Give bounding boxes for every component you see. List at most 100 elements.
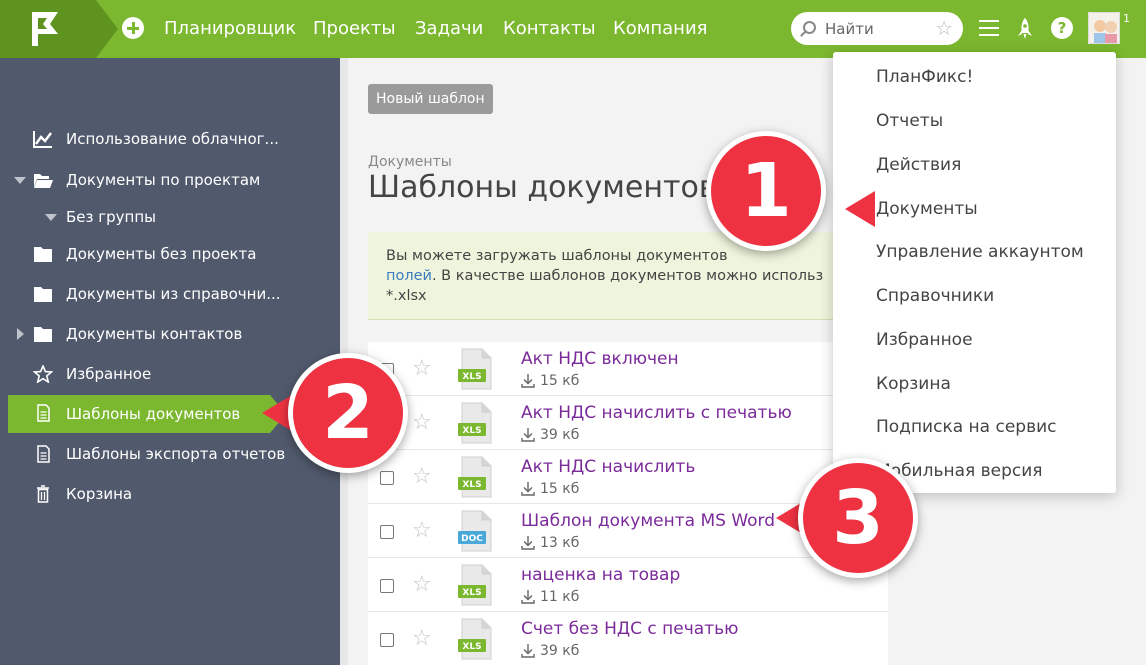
menu-item-documents[interactable]: Документы	[876, 199, 978, 219]
search-box: ☆	[791, 12, 963, 45]
star-outline-icon[interactable]: ☆	[935, 16, 953, 40]
help-icon[interactable]: ?	[1051, 17, 1073, 39]
download-icon[interactable]	[520, 589, 536, 605]
menu-item-planfix[interactable]: ПланФикс!	[876, 67, 973, 87]
sidebar-item-no-group[interactable]: Без группы	[0, 199, 340, 235]
sidebar: Использование облачног... Документы по п…	[0, 58, 340, 665]
table-row[interactable]: ☆ XLS Счет без НДС с печатью 39 кб	[368, 612, 888, 665]
breadcrumb[interactable]: Документы	[368, 154, 452, 170]
nav-planner[interactable]: Планировщик	[164, 18, 296, 39]
xls-file-icon: XLS	[458, 564, 492, 606]
sidebar-item-project-docs[interactable]: Документы по проектам	[0, 162, 340, 198]
document-size: 39 кб	[540, 427, 580, 443]
download-icon[interactable]	[520, 427, 536, 443]
sidebar-item-label: Документы контактов	[66, 325, 243, 343]
nav-projects[interactable]: Проекты	[313, 18, 396, 39]
table-row[interactable]: ☆ XLS наценка на товар 11 кб	[368, 558, 888, 612]
top-bar: Планировщик Проекты Задачи Контакты Комп…	[0, 0, 1146, 58]
table-row[interactable]: ☆ XLS Акт НДС включен 15 кб	[368, 342, 888, 396]
menu-item-trash[interactable]: Корзина	[876, 374, 951, 394]
menu-item-subscription[interactable]: Подписка на сервис	[876, 417, 1056, 437]
menu-item-account-management[interactable]: Управление аккаунтом	[876, 242, 1084, 262]
sidebar-item-label: Использование облачног...	[66, 130, 279, 148]
document-name-link[interactable]: Шаблон документа MS Word	[521, 511, 775, 531]
notification-badge: 1	[1123, 12, 1130, 25]
logo[interactable]	[0, 0, 96, 58]
row-checkbox[interactable]	[380, 633, 394, 647]
row-checkbox[interactable]	[380, 579, 394, 593]
caret-right-icon[interactable]	[17, 328, 24, 340]
svg-text:XLS: XLS	[462, 426, 481, 436]
document-name-link[interactable]: Акт НДС включен	[521, 349, 679, 369]
document-size: 15 кб	[540, 481, 580, 497]
sidebar-item-trash[interactable]: Корзина	[0, 476, 340, 512]
row-checkbox[interactable]	[380, 471, 394, 485]
favorite-star-icon[interactable]: ☆	[412, 464, 432, 489]
sidebar-item-label: Без группы	[66, 208, 156, 226]
favorite-star-icon[interactable]: ☆	[412, 572, 432, 597]
favorite-star-icon[interactable]: ☆	[412, 356, 432, 381]
sidebar-item-docs-no-project[interactable]: Документы без проекта	[0, 236, 340, 272]
svg-text:XLS: XLS	[462, 372, 481, 382]
sidebar-item-doc-templates[interactable]: Шаблоны документов	[8, 395, 270, 433]
menu-item-actions[interactable]: Действия	[876, 155, 961, 175]
download-icon[interactable]	[520, 481, 536, 497]
doc-file-icon: DOC	[458, 510, 492, 552]
sidebar-item-contact-docs[interactable]: Документы контактов	[0, 316, 340, 352]
sidebar-item-label: Документы по проектам	[66, 171, 261, 189]
document-name-link[interactable]: Счет без НДС с печатью	[521, 619, 738, 639]
planfix-logo-icon	[32, 12, 58, 46]
hamburger-menu-icon[interactable]	[979, 20, 999, 36]
xls-file-icon: XLS	[458, 402, 492, 444]
caret-down-icon[interactable]	[45, 214, 57, 221]
page-title: Шаблоны документов	[368, 170, 717, 205]
menu-item-handbooks[interactable]: Справочники	[876, 286, 994, 306]
sidebar-item-favorites[interactable]: Избранное	[0, 356, 340, 392]
document-name-link[interactable]: Акт НДС начислить с печатью	[521, 403, 792, 423]
favorite-star-icon[interactable]: ☆	[412, 626, 432, 651]
svg-text:XLS: XLS	[462, 588, 481, 598]
document-size: 39 кб	[540, 643, 580, 659]
menu-item-reports[interactable]: Отчеты	[876, 111, 943, 131]
download-icon[interactable]	[520, 643, 536, 659]
sidebar-item-label: Шаблоны документов	[66, 405, 241, 423]
document-size: 13 кб	[540, 535, 580, 551]
download-icon[interactable]	[520, 373, 536, 389]
document-name-link[interactable]: Акт НДС начислить	[521, 457, 695, 477]
document-name-link[interactable]: наценка на товар	[521, 565, 680, 585]
menu-item-favorites[interactable]: Избранное	[876, 330, 973, 350]
new-template-button[interactable]: Новый шаблон	[368, 84, 493, 114]
avatar[interactable]	[1088, 12, 1120, 44]
callout-2: 2	[288, 353, 408, 473]
sidebar-item-cloud-usage[interactable]: Использование облачног...	[0, 121, 340, 157]
sidebar-item-label: Избранное	[66, 365, 152, 383]
nav-company[interactable]: Компания	[613, 18, 707, 39]
search-icon	[803, 21, 816, 34]
nav-tasks[interactable]: Задачи	[415, 18, 483, 39]
favorite-star-icon[interactable]: ☆	[412, 518, 432, 543]
trash-icon	[37, 485, 49, 503]
star-icon	[33, 365, 53, 383]
search-input[interactable]	[825, 18, 925, 39]
sidebar-item-export-templates[interactable]: Шаблоны экспорта отчетов	[0, 436, 340, 472]
sidebar-item-docs-from-handbooks[interactable]: Документы из справочни...	[0, 276, 340, 312]
folder-icon	[34, 287, 52, 302]
favorite-star-icon[interactable]: ☆	[412, 410, 432, 435]
download-icon[interactable]	[520, 535, 536, 551]
folder-icon	[34, 327, 52, 342]
caret-down-icon[interactable]	[14, 177, 26, 184]
table-row[interactable]: ☆ XLS Акт НДС начислить с печатью 39 кб	[368, 396, 888, 450]
main-menu-dropdown: ПланФикс! Отчеты Действия Документы Упра…	[833, 52, 1116, 493]
xls-file-icon: XLS	[458, 348, 492, 390]
xls-file-icon: XLS	[458, 618, 492, 660]
sidebar-item-label: Корзина	[66, 485, 133, 503]
nav-contacts[interactable]: Контакты	[503, 18, 596, 39]
rocket-icon[interactable]	[1016, 17, 1034, 41]
sidebar-item-label: Документы из справочни...	[66, 285, 281, 303]
fields-link[interactable]: полей	[386, 268, 432, 284]
folder-icon	[34, 247, 52, 262]
row-checkbox[interactable]	[380, 525, 394, 539]
add-icon[interactable]	[122, 17, 144, 39]
svg-text:DOC: DOC	[461, 534, 483, 544]
document-size: 11 кб	[540, 589, 580, 605]
